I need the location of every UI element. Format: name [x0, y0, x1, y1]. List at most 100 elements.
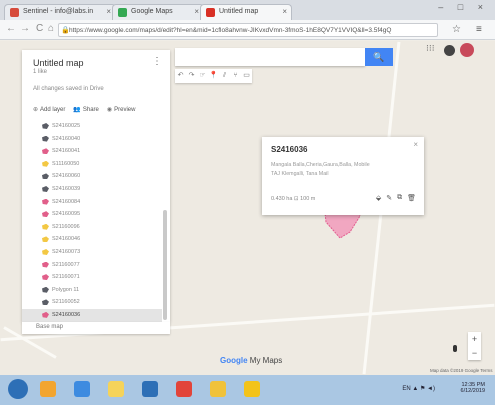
layer-item[interactable]: Polygon 11 — [22, 284, 162, 297]
layer-style-icon[interactable] — [42, 223, 49, 230]
layer-item[interactable]: S21160096 — [22, 221, 162, 234]
hp-icon[interactable] — [176, 381, 192, 397]
layer-item[interactable]: S24160060 — [22, 170, 162, 183]
layer-item[interactable]: S24160025 — [22, 120, 162, 133]
layer-style-icon[interactable] — [42, 123, 49, 129]
layer-label: S21160096 — [52, 223, 80, 230]
ruler-icon[interactable]: ▭ — [241, 69, 252, 83]
layer-item[interactable]: S11160050 — [22, 158, 162, 171]
file-explorer-icon[interactable] — [40, 381, 56, 397]
address-bar: ← → C ⌂ 🔒 https://www.google.com/maps/d/… — [0, 20, 495, 40]
start-button[interactable] — [8, 379, 28, 399]
undo-icon[interactable]: ↶ — [175, 69, 186, 83]
ie-icon[interactable] — [74, 381, 90, 397]
layer-item[interactable]: S21160077 — [22, 259, 162, 272]
layer-style-icon[interactable] — [42, 261, 49, 268]
browser-tab-3[interactable]: Untitled map × — [200, 4, 292, 20]
panel-scrollbar[interactable] — [163, 210, 167, 320]
layer-style-icon[interactable] — [42, 173, 49, 180]
directions-icon[interactable]: ⑂ — [230, 69, 241, 83]
preview-button[interactable]: ◉ Preview — [107, 106, 136, 113]
mymaps-favicon-icon — [206, 8, 215, 17]
layer-list: S24160025 S24160040 S24160041 S11160050 S241… — [22, 120, 162, 322]
zoom-in-button[interactable]: + — [468, 332, 481, 346]
close-tab-icon[interactable]: × — [106, 7, 111, 16]
layer-style-icon[interactable] — [42, 198, 49, 205]
layer-style-icon[interactable] — [42, 274, 49, 281]
photo-icon[interactable]: ⧉ — [397, 194, 402, 202]
window-controls[interactable]: – □ × — [438, 2, 489, 12]
layer-item[interactable]: S24160084 — [22, 196, 162, 209]
marker-icon[interactable]: 📍 — [208, 69, 219, 83]
layer-style-icon[interactable] — [42, 311, 49, 318]
layer-style-icon[interactable] — [42, 286, 49, 293]
layer-style-icon[interactable] — [42, 299, 49, 306]
layer-item[interactable]: S24160036 — [22, 308, 162, 322]
base-map-toggle[interactable]: Base map — [22, 322, 170, 334]
layer-style-icon[interactable] — [42, 135, 49, 142]
layer-style-icon[interactable] — [42, 211, 49, 218]
layer-label: S11160050 — [52, 160, 80, 167]
add-layer-button[interactable]: ⊕ Add layer — [33, 106, 65, 113]
layer-style-icon[interactable] — [42, 148, 49, 155]
close-tab-icon[interactable]: × — [282, 7, 287, 16]
hand-icon[interactable]: ☞ — [197, 69, 208, 83]
preview-icon: ◉ — [106, 107, 113, 113]
gmail-favicon-icon — [10, 8, 19, 17]
media-icon[interactable] — [142, 381, 158, 397]
forward-icon[interactable]: → — [20, 23, 30, 34]
url-input[interactable]: 🔒 https://www.google.com/maps/d/edit?hl=… — [58, 23, 438, 37]
chrome-icon[interactable] — [210, 381, 226, 397]
more-options-icon[interactable]: ⋮ — [152, 56, 162, 67]
notifications-icon[interactable] — [444, 45, 455, 56]
layer-style-icon[interactable] — [42, 185, 49, 192]
layer-label: S24160039 — [52, 185, 81, 192]
layer-style-icon[interactable] — [42, 236, 49, 243]
browser-tab-2[interactable]: Google Maps × — [112, 4, 204, 20]
bookmark-star-icon[interactable]: ☆ — [452, 24, 461, 35]
zoom-controls: + − — [468, 332, 481, 360]
search-button[interactable]: 🔍 — [365, 48, 393, 66]
layer-label: Polygon 11 — [52, 286, 80, 293]
reload-icon[interactable]: C — [36, 23, 43, 34]
layer-style-icon[interactable] — [42, 160, 49, 167]
zoom-out-button[interactable]: − — [468, 346, 481, 360]
feature-actions: ⬙ ✎ ⧉ 🗑 — [376, 194, 416, 202]
layer-item[interactable]: S24160073 — [22, 246, 162, 259]
layer-item[interactable]: S24160040 — [22, 133, 162, 146]
avatar[interactable] — [460, 43, 474, 57]
folder-icon[interactable] — [108, 381, 124, 397]
browser-menu-icon[interactable]: ≡ — [476, 24, 482, 35]
edit-icon[interactable]: ✎ — [386, 194, 392, 202]
layer-item[interactable]: S21160052 — [22, 296, 162, 309]
browser-tab-1[interactable]: Sentinel - info@labs.in × — [4, 4, 116, 20]
layer-style-icon[interactable] — [42, 248, 49, 255]
taskbar-clock[interactable]: 12:35 PM 6/12/2019 — [461, 382, 485, 394]
layer-item[interactable]: S24160095 — [22, 208, 162, 221]
delete-icon[interactable]: 🗑 — [407, 194, 416, 202]
apps-icon[interactable]: ⁝⁝⁝ — [426, 43, 435, 54]
map-attribution[interactable]: Map data ©2019 Google Terms — [430, 368, 493, 373]
redo-icon[interactable]: ↷ — [186, 69, 197, 83]
layer-label: S24160041 — [52, 148, 81, 155]
layer-item[interactable]: S24160041 — [22, 145, 162, 158]
pegman-icon[interactable] — [453, 345, 457, 352]
layer-item[interactable]: S21160071 — [22, 271, 162, 284]
close-tab-icon[interactable]: × — [194, 7, 199, 16]
feature-description: Mangala Balla,Cheria,Gaura,Balla, Mobile — [271, 162, 370, 168]
layer-label: S21160052 — [52, 299, 80, 306]
system-tray[interactable]: EN ▲ ⚑ ◄) — [402, 385, 435, 392]
style-icon[interactable]: ⬙ — [376, 194, 381, 202]
feature-description: TAJ Klemgalli, Tana Mail — [271, 171, 329, 177]
layer-item[interactable]: S24160046 — [22, 233, 162, 246]
map-title[interactable]: Untitled map — [33, 58, 84, 68]
search-input[interactable] — [175, 48, 365, 66]
layer-item[interactable]: S24160039 — [22, 183, 162, 196]
back-icon[interactable]: ← — [6, 23, 16, 34]
share-button[interactable]: 👥 Share — [73, 106, 99, 113]
firefox-icon[interactable] — [244, 381, 260, 397]
draw-line-icon[interactable]: ⫽ — [219, 69, 230, 83]
close-icon[interactable]: × — [413, 140, 418, 149]
home-icon[interactable]: ⌂ — [48, 23, 54, 34]
layer-label: S24160036 — [52, 311, 81, 318]
